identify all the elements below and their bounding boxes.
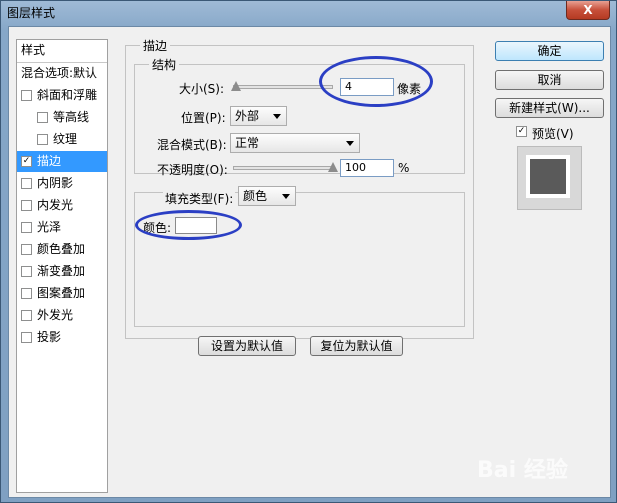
style-list-label: 颜色叠加: [37, 242, 86, 256]
style-list-item[interactable]: ✓ 描边: [17, 151, 107, 172]
style-list-item[interactable]: 混合选项:默认: [17, 62, 107, 84]
position-label: 位置(P):: [181, 111, 226, 125]
title-bar[interactable]: 图层样式 X: [1, 1, 616, 25]
ok-button[interactable]: 确定: [495, 41, 604, 61]
make-default-button[interactable]: 设置为默认值: [198, 336, 296, 356]
opacity-slider-thumb[interactable]: [328, 162, 338, 172]
checkbox-icon[interactable]: [21, 244, 32, 255]
chevron-down-icon: [346, 141, 354, 146]
fill-type-label: 填充类型(F):: [163, 190, 236, 207]
style-list: 样式混合选项:默认斜面和浮雕等高线纹理 ✓ 描边内阴影内发光光泽颜色叠加渐变叠加图案…: [16, 39, 108, 493]
opacity-label: 不透明度(O):: [157, 163, 228, 177]
preview-checkbox[interactable]: ✓ 预览(V): [516, 124, 596, 141]
style-list-label: 光泽: [37, 220, 62, 234]
stroke-group-title: 描边: [140, 37, 171, 54]
blend-mode-value: 正常: [235, 136, 260, 150]
style-list-label: 图案叠加: [37, 286, 86, 300]
style-list-item[interactable]: 光泽: [17, 217, 107, 238]
chevron-down-icon: [273, 114, 281, 119]
dialog-client: 样式混合选项:默认斜面和浮雕等高线纹理 ✓ 描边内阴影内发光光泽颜色叠加渐变叠加图案…: [8, 26, 611, 498]
style-list-label: 斜面和浮雕: [37, 88, 98, 102]
chevron-down-icon: [282, 194, 290, 199]
close-button[interactable]: X: [566, 1, 610, 20]
checkbox-icon[interactable]: [21, 332, 32, 343]
checkbox-icon[interactable]: [21, 288, 32, 299]
cancel-button[interactable]: 取消: [495, 70, 604, 90]
opacity-unit: %: [398, 161, 410, 175]
style-list-label: 内阴影: [37, 176, 74, 190]
style-list-label: 渐变叠加: [37, 264, 86, 278]
style-list-item[interactable]: 纹理: [17, 129, 107, 150]
checkbox-icon[interactable]: [37, 112, 48, 123]
blend-mode-label: 混合模式(B):: [157, 138, 227, 152]
layer-style-dialog: 图层样式 X 样式混合选项:默认斜面和浮雕等高线纹理 ✓ 描边内阴影内发光光泽颜色叠…: [0, 0, 617, 503]
preview-check-icon: ✓: [516, 126, 527, 137]
style-list-item[interactable]: 内发光: [17, 195, 107, 216]
style-list-label: 混合选项:默认: [21, 66, 98, 80]
fill-type-value: 颜色: [243, 189, 268, 203]
style-list-label: 样式: [21, 43, 46, 57]
style-list-label: 内发光: [37, 198, 74, 212]
checkbox-checked-icon[interactable]: ✓: [21, 156, 32, 167]
style-list-item[interactable]: 等高线: [17, 107, 107, 128]
style-list-item[interactable]: 投影: [17, 327, 107, 348]
checkbox-icon[interactable]: [21, 200, 32, 211]
style-list-label: 描边: [37, 154, 62, 168]
style-list-item[interactable]: 样式: [17, 40, 107, 61]
style-list-item[interactable]: 外发光: [17, 305, 107, 326]
checkbox-icon[interactable]: [21, 90, 32, 101]
style-list-label: 投影: [37, 330, 62, 344]
style-list-item[interactable]: 内阴影: [17, 173, 107, 194]
checkbox-icon[interactable]: [37, 134, 48, 145]
style-list-label: 外发光: [37, 308, 74, 322]
style-preview: [517, 146, 582, 210]
style-list-item[interactable]: 图案叠加: [17, 283, 107, 304]
position-select[interactable]: 外部: [230, 106, 287, 126]
checkbox-icon[interactable]: [21, 310, 32, 321]
preview-swatch: [526, 155, 570, 198]
checkbox-icon[interactable]: [21, 222, 32, 233]
window-title: 图层样式: [7, 6, 56, 20]
preview-label: 预览(V): [532, 127, 574, 141]
new-style-button[interactable]: 新建样式(W)...: [495, 98, 604, 118]
annotation-circle-color: [135, 210, 242, 240]
blend-mode-select[interactable]: 正常: [230, 133, 360, 153]
watermark: Bai 经验: [477, 458, 568, 483]
style-list-item[interactable]: 颜色叠加: [17, 239, 107, 260]
style-list-label: 纹理: [53, 132, 78, 146]
style-list-label: 等高线: [53, 110, 90, 124]
style-list-item[interactable]: 斜面和浮雕: [17, 85, 107, 106]
list-divider: [17, 62, 107, 63]
close-icon: X: [583, 3, 593, 17]
annotation-circle-size: [319, 56, 433, 107]
size-slider[interactable]: [233, 85, 333, 89]
fill-type-select[interactable]: 颜色: [238, 186, 296, 206]
size-label: 大小(S):: [179, 82, 225, 96]
reset-default-button[interactable]: 复位为默认值: [310, 336, 403, 356]
structure-group-title: 结构: [149, 56, 180, 73]
style-list-item[interactable]: 渐变叠加: [17, 261, 107, 282]
position-value: 外部: [235, 109, 260, 123]
opacity-slider[interactable]: [233, 166, 333, 170]
size-slider-thumb[interactable]: [231, 81, 241, 91]
checkbox-icon[interactable]: [21, 178, 32, 189]
checkbox-icon[interactable]: [21, 266, 32, 277]
opacity-input[interactable]: 100: [340, 159, 394, 177]
